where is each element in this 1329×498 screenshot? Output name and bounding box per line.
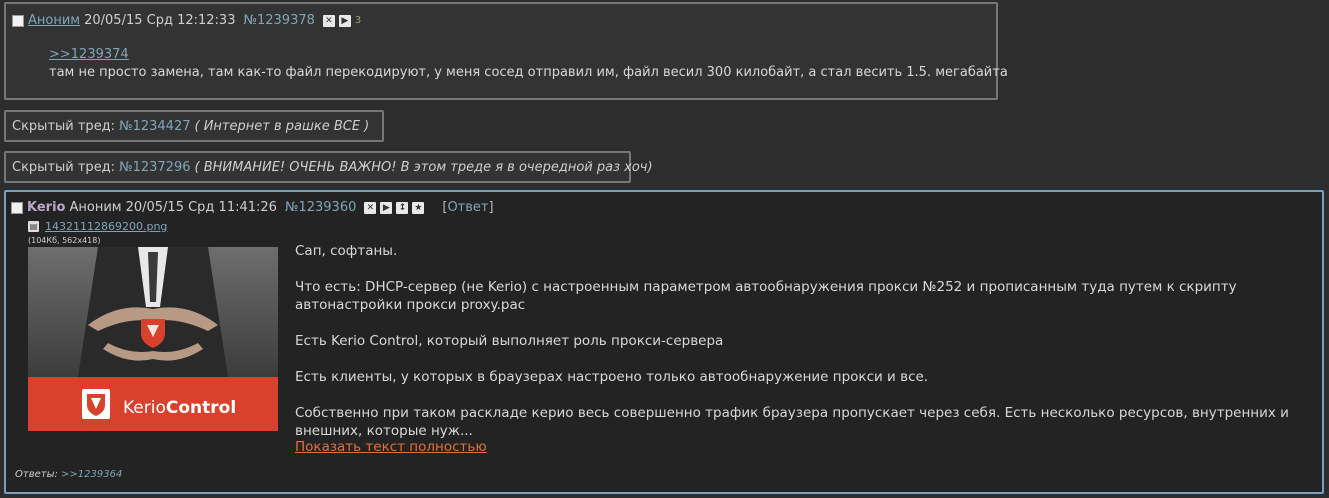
file-row: ▤ 14321112869200.png [28,220,167,233]
post-checkbox[interactable] [11,201,23,214]
play-icon[interactable]: ▶ [380,201,393,214]
hidden-thread-title: ( ВНИМАНИЕ! ОЧЕНЬ ВАЖНО! В этом треде я … [194,159,653,175]
reply-count: 3 [354,15,362,26]
post-message: там не просто замена, там как-то файл пе… [49,65,1008,80]
post-checkbox[interactable] [12,14,24,27]
file-meta: (104Кб, 562x418) [28,236,101,245]
post-date: 20/05/15 Срд 12:12:33 [84,13,236,28]
quote-link[interactable]: >>1239374 [49,47,129,62]
hidden-thread[interactable]: Скрытый тред: №1237296 ( ВНИМАНИЕ! ОЧЕНЬ… [4,151,653,183]
answer-link[interactable]: Ответ [447,200,488,215]
replies-label: Ответы: [15,469,58,480]
post-header: Аноним 20/05/15 Срд 12:12:33 №1239378 ✕ … [12,13,361,28]
message-paragraph: Сап, софтаны. [295,243,398,259]
thread-subject: Kerio [27,200,66,215]
hidden-thread-label: Скрытый тред: [12,159,116,175]
close-icon[interactable]: ✕ [322,14,335,27]
message-paragraph: Есть Kerio Control, который выполняет ро… [295,333,724,349]
post-number[interactable]: №1239378 [243,13,314,28]
kerio-image: KerioControl [28,247,278,431]
hidden-thread-number[interactable]: №1237296 [119,160,190,175]
hidden-thread-label: Скрытый тред: [12,118,116,134]
file-link[interactable]: 14321112869200.png [45,220,167,233]
answer-bracket: [Ответ] [442,200,494,215]
post-number[interactable]: №1239360 [285,200,356,215]
star-icon[interactable]: ★ [412,201,425,214]
play-icon[interactable]: ▶ [338,14,351,27]
close-icon[interactable]: ✕ [364,201,377,214]
image-brand-text: KerioControl [123,398,236,418]
reply-post: Аноним 20/05/15 Срд 12:12:33 №1239378 ✕ … [4,2,1008,100]
updown-icon[interactable]: ↕ [396,201,409,214]
message-paragraph: Собственно при таком раскладе керио весь… [295,405,1289,439]
post-date: 20/05/15 Срд 11:41:26 [125,200,277,215]
poster-name[interactable]: Аноним [28,13,80,28]
post-image[interactable]: KerioControl [28,247,278,431]
message-paragraph: Есть клиенты, у которых в браузерах наст… [295,369,929,385]
replies-list: Ответы: >>1239364 [15,469,122,480]
op-post: Kerio Аноним 20/05/15 Срд 11:41:26 №1239… [4,190,1324,494]
hidden-thread-number[interactable]: №1234427 [119,119,190,134]
file-icon: ▤ [28,221,39,232]
post-message: Сап, софтаны. Что есть: DHCP-сервер (не … [295,242,1295,458]
hidden-thread-title: ( Интернет в рашке ВСЕ ) [194,118,370,134]
show-full-text-link[interactable]: Показать текст полностью [295,439,487,455]
op-header: Kerio Аноним 20/05/15 Срд 11:41:26 №1239… [11,200,494,215]
reply-ref-link[interactable]: >>1239364 [61,469,122,480]
hidden-thread[interactable]: Скрытый тред: №1234427 ( Интернет в рашк… [4,110,384,142]
poster-name: Аноним [69,200,122,215]
message-paragraph: Что есть: DHCP-сервер (не Kerio) с настр… [295,279,1237,313]
